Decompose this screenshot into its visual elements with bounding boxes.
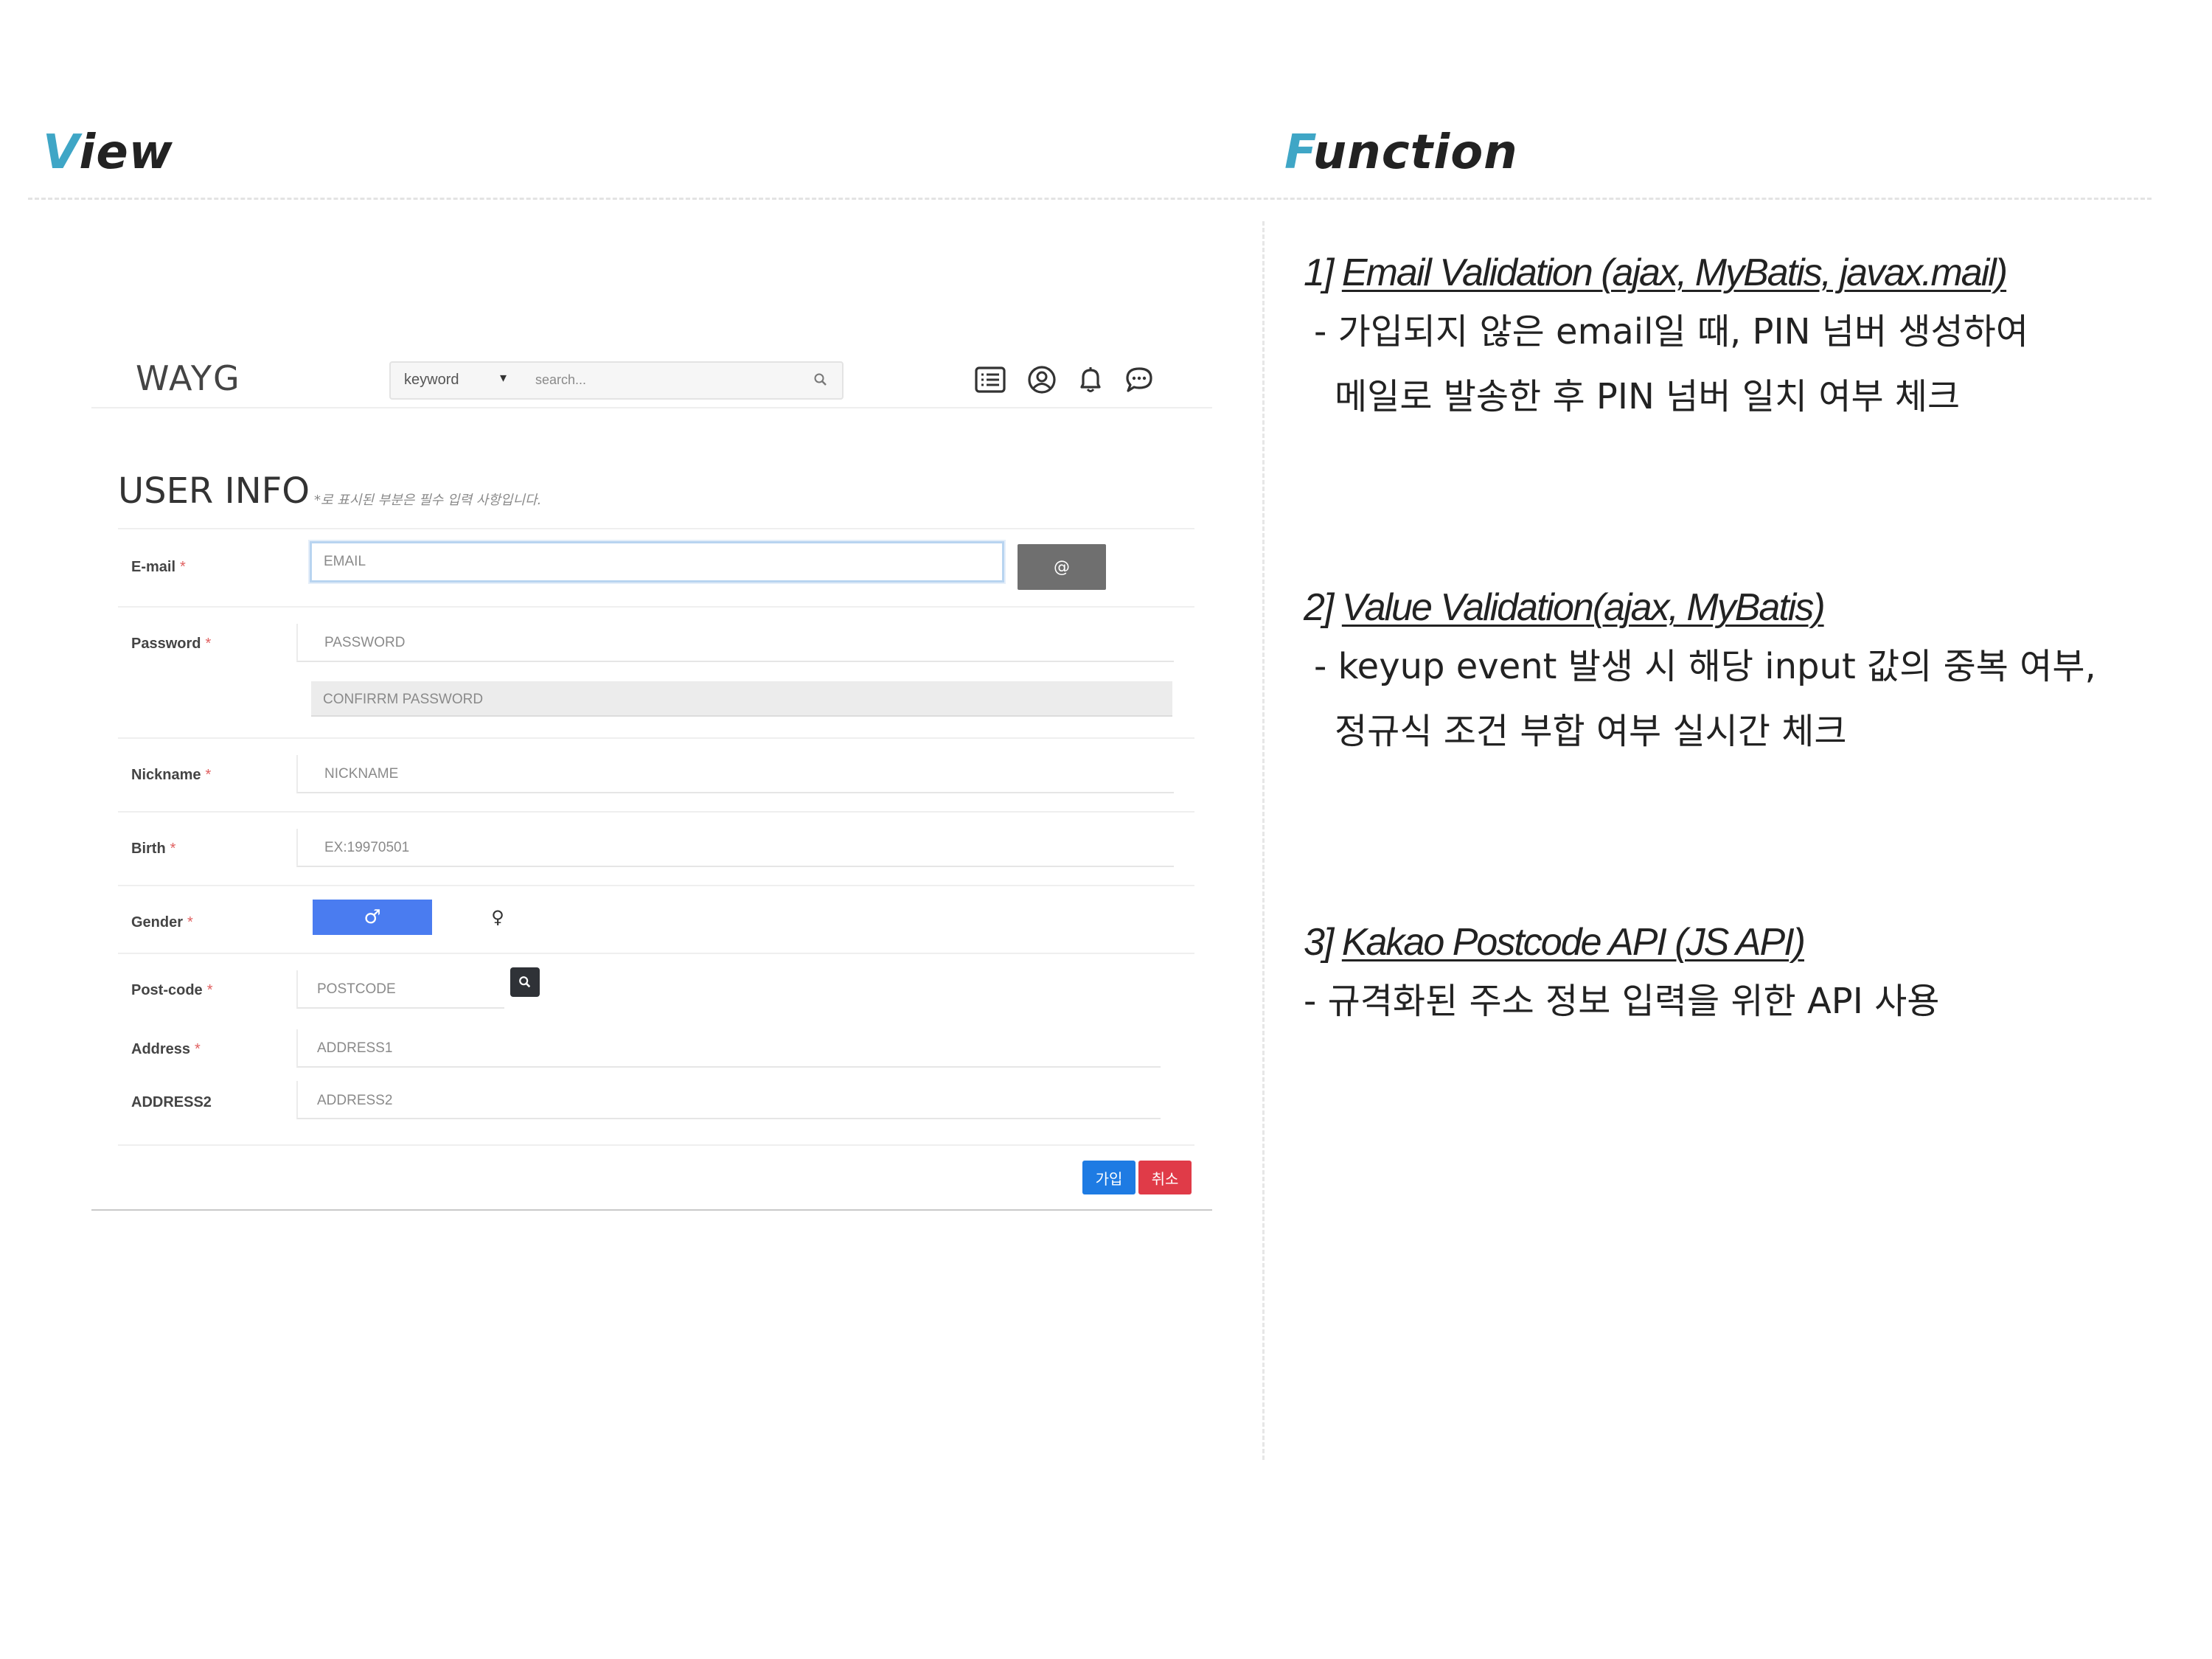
function-title: 3] Kakao Postcode API (JS API) — [1304, 921, 1806, 964]
search-keyword-select[interactable]: keyword — [404, 372, 459, 389]
address-label: Address * — [131, 1041, 201, 1057]
cancel-button[interactable]: 취소 — [1138, 1161, 1192, 1194]
female-icon: ♀ — [491, 907, 504, 928]
function-desc-line: - keyup event 발생 시 해당 input 값의 중복 여부, — [1314, 646, 2096, 687]
gender-male-button[interactable]: ♂ — [313, 900, 432, 935]
address2-label: ADDRESS2 — [131, 1094, 212, 1110]
row-divider — [118, 528, 1194, 529]
function-item-2: 2] Value Validation(ajax, MyBatis) - key… — [1304, 585, 2096, 764]
postcode-search-button[interactable] — [510, 967, 540, 997]
join-button[interactable]: 가입 — [1082, 1161, 1135, 1194]
row-divider — [118, 953, 1194, 954]
email-input[interactable]: EMAIL — [310, 541, 1004, 582]
function-desc-line: 정규식 조건 부합 여부 실시간 체크 — [1335, 711, 1847, 752]
screenshot-bottom-border — [91, 1209, 1212, 1211]
column-divider — [1262, 221, 1265, 1460]
function-item-1: 1] Email Validation (ajax, MyBatis, java… — [1304, 251, 2028, 429]
search-bar: keyword ▾ search... — [389, 361, 844, 400]
function-heading: Function — [1284, 125, 1518, 180]
function-desc-line: - 규격화된 주소 정보 입력을 위한 API 사용 — [1304, 981, 1940, 1022]
app-logo[interactable]: WAYG — [136, 358, 241, 398]
caret-down-icon[interactable]: ▾ — [500, 370, 507, 386]
row-divider — [118, 737, 1194, 739]
gender-female-button[interactable]: ♀ — [475, 900, 521, 935]
gender-label: Gender * — [131, 914, 193, 931]
app-navbar: WAYG keyword ▾ search... — [91, 324, 1212, 408]
function-title: 1] Email Validation (ajax, MyBatis, java… — [1304, 251, 2008, 294]
row-divider — [118, 606, 1194, 608]
password-label: Password * — [131, 636, 212, 652]
heading-divider — [28, 198, 2152, 200]
nickname-input[interactable]: NICKNAME — [296, 755, 1174, 793]
function-title: 2] Value Validation(ajax, MyBatis) — [1304, 586, 1826, 629]
function-item-3: 3] Kakao Postcode API (JS API) - 규격화된 주소… — [1304, 920, 1939, 1034]
search-icon[interactable] — [811, 370, 830, 389]
birth-label: Birth * — [131, 841, 176, 857]
list-icon[interactable] — [973, 363, 1007, 397]
row-divider — [118, 885, 1194, 886]
search-input[interactable]: search... — [535, 372, 586, 388]
function-desc-line: 메일로 발송한 후 PIN 넘버 일치 여부 체크 — [1335, 376, 1961, 417]
required-note: *로 표시된 부분은 필수 입력 사항입니다. — [314, 493, 542, 508]
nickname-label: Nickname * — [131, 767, 212, 783]
page-title: USER INFO — [118, 470, 310, 512]
email-verify-button[interactable]: @ — [1018, 544, 1106, 590]
postcode-label: Post-code * — [131, 982, 213, 998]
password-input[interactable]: PASSWORD — [296, 624, 1174, 662]
app-screenshot: WAYG keyword ▾ search... USER INFO *로 표시… — [91, 324, 1212, 1217]
function-desc-line: - 가입되지 않은 email일 때, PIN 넘버 생성하여 — [1314, 311, 2029, 352]
address2-input[interactable]: ADDRESS2 — [296, 1081, 1161, 1119]
row-divider — [118, 1144, 1194, 1146]
at-icon: @ — [1054, 557, 1070, 577]
birth-input[interactable]: EX:19970501 — [296, 829, 1174, 867]
address-input[interactable]: ADDRESS1 — [296, 1029, 1161, 1068]
search-icon — [519, 976, 531, 988]
row-divider — [118, 811, 1194, 813]
male-icon: ♂ — [364, 906, 381, 928]
postcode-input[interactable]: POSTCODE — [296, 970, 504, 1009]
bell-icon[interactable] — [1074, 363, 1107, 397]
chat-icon[interactable] — [1122, 363, 1156, 397]
email-label: E-mail * — [131, 559, 186, 575]
user-circle-icon[interactable] — [1025, 363, 1059, 397]
view-heading: View — [43, 125, 173, 180]
confirm-password-input[interactable]: CONFIRRM PASSWORD — [311, 681, 1172, 717]
